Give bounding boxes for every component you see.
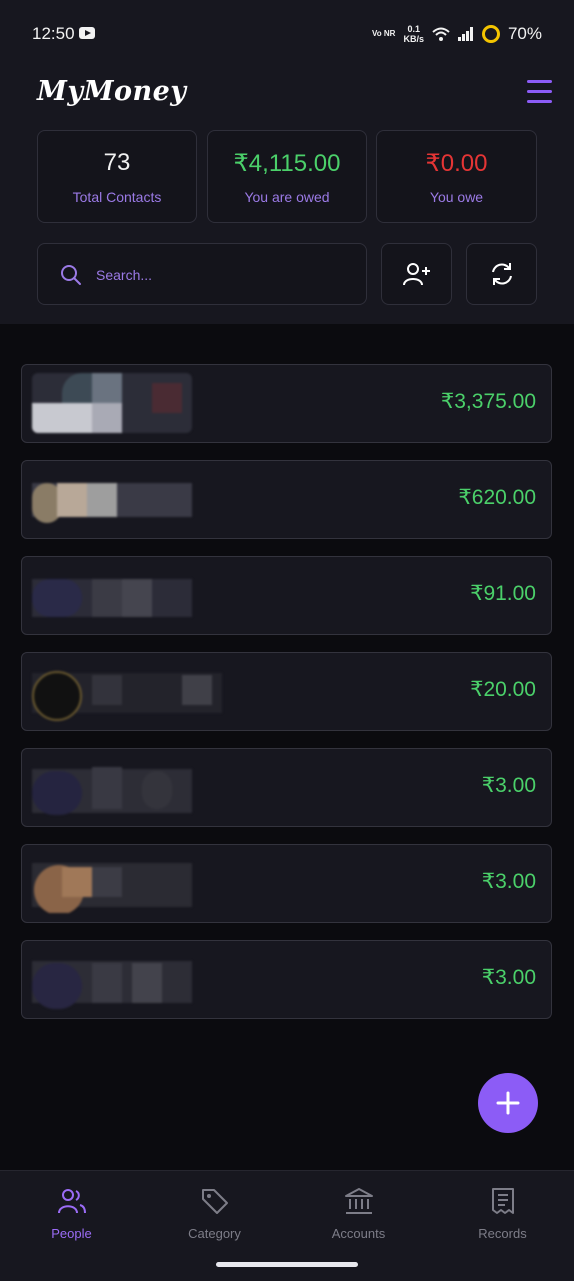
redacted-contact-info (32, 373, 192, 433)
redacted-contact-info (32, 757, 192, 817)
redacted-contact-info (32, 661, 222, 721)
contact-row[interactable]: ₹91.00 (21, 556, 552, 635)
redacted-contact-info (32, 565, 192, 625)
hamburger-icon-line (527, 80, 552, 83)
nav-category[interactable]: Category (143, 1187, 286, 1241)
wifi-icon (432, 27, 450, 41)
nav-label: People (51, 1226, 92, 1241)
nav-accounts[interactable]: Accounts (287, 1187, 430, 1241)
stat-value: ₹0.00 (425, 150, 488, 177)
contact-amount: ₹3.00 (481, 870, 536, 893)
contact-row[interactable]: ₹3.00 (21, 940, 552, 1019)
add-contact-button[interactable] (381, 243, 452, 305)
redacted-contact-info (32, 853, 192, 913)
home-indicator[interactable] (216, 1262, 358, 1267)
stat-value: ₹4,115.00 (233, 150, 341, 177)
search-box[interactable] (37, 243, 367, 305)
stat-label: You owe (429, 189, 484, 205)
add-user-icon (402, 263, 430, 286)
status-bar: 12:50 Vo NR 0.1 KB/s 70% (0, 0, 574, 68)
contact-row[interactable]: ₹3.00 (21, 844, 552, 923)
menu-button[interactable] (527, 80, 552, 104)
network-speed: 0.1 KB/s (403, 24, 424, 44)
nav-label: Category (188, 1226, 241, 1241)
total-contacts-card: 73 Total Contacts (37, 130, 197, 223)
hamburger-icon-line (527, 90, 552, 93)
contact-amount: ₹620.00 (458, 486, 536, 509)
refresh-button[interactable] (466, 243, 537, 305)
refresh-icon (491, 263, 512, 285)
status-time: 12:50 (32, 24, 75, 43)
contact-row[interactable]: ₹3.00 (21, 748, 552, 827)
network-speed-value: 0.1 (407, 24, 420, 34)
redacted-contact-info (32, 949, 192, 1009)
contact-row[interactable]: ₹20.00 (21, 652, 552, 731)
contact-row[interactable]: ₹3,375.00 (21, 364, 552, 443)
contact-amount: ₹3,375.00 (440, 390, 536, 413)
nav-people[interactable]: People (0, 1187, 143, 1241)
hamburger-icon-line (527, 100, 552, 103)
battery-icon (481, 25, 500, 43)
search-icon (61, 265, 81, 285)
contact-amount: ₹3.00 (481, 966, 536, 989)
stat-label: You are owed (244, 189, 330, 205)
redacted-contact-info (32, 469, 192, 529)
status-icons: Vo NR 0.1 KB/s 70% (372, 22, 542, 46)
battery-level: 70% (507, 24, 542, 43)
stat-value: 73 (103, 149, 131, 176)
people-icon (57, 1189, 86, 1214)
plus-icon (496, 1091, 520, 1115)
nav-records[interactable]: Records (431, 1187, 574, 1241)
tag-icon (201, 1189, 228, 1214)
contact-amount: ₹20.00 (470, 678, 536, 701)
you-owe-card: ₹0.00 You owe (376, 130, 537, 223)
app-logo: MyMoney (37, 76, 187, 107)
volte-indicator: Vo NR (372, 29, 396, 38)
signal-icon (457, 27, 473, 41)
network-speed-unit: KB/s (403, 34, 424, 44)
stat-label: Total Contacts (72, 189, 162, 205)
nav-label: Records (478, 1226, 527, 1241)
receipt-icon (491, 1188, 514, 1214)
youtube-icon (79, 27, 95, 39)
contact-amount: ₹91.00 (470, 582, 536, 605)
bank-icon (344, 1188, 373, 1214)
you-are-owed-card: ₹4,115.00 You are owed (207, 130, 367, 223)
contact-row[interactable]: ₹620.00 (21, 460, 552, 539)
search-input[interactable] (94, 262, 348, 288)
add-record-button[interactable] (478, 1073, 538, 1133)
contact-amount: ₹3.00 (481, 774, 536, 797)
nav-label: Accounts (331, 1226, 386, 1241)
